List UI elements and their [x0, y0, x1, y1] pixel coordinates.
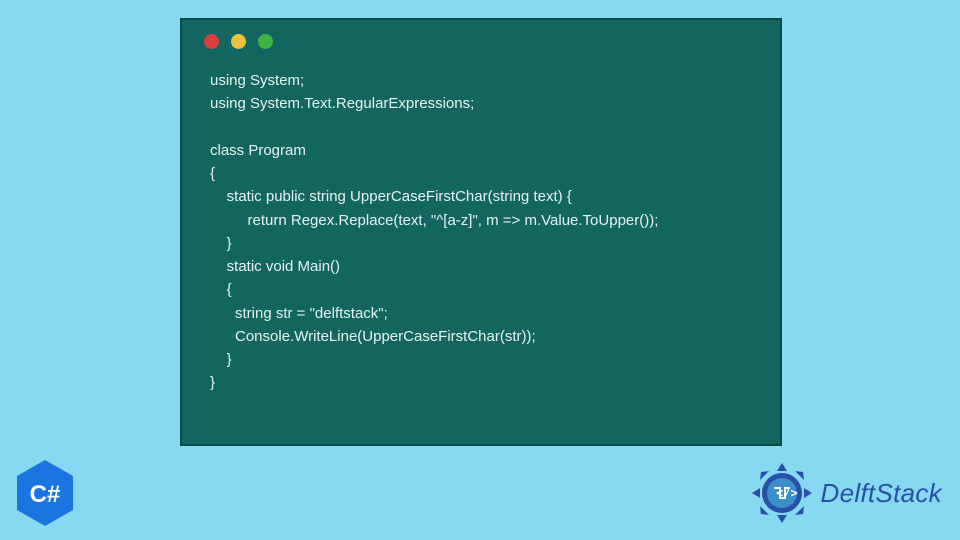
minimize-icon[interactable]	[231, 34, 246, 49]
brand-name: DelftStack	[821, 478, 943, 509]
close-icon[interactable]	[204, 34, 219, 49]
brand-logo: </> DelftStack	[749, 460, 943, 526]
maximize-icon[interactable]	[258, 34, 273, 49]
csharp-badge-label: C#	[30, 481, 61, 508]
csharp-badge: C#	[14, 458, 76, 528]
code-block: using System; using System.Text.RegularE…	[182, 55, 780, 405]
svg-text:</>: </>	[776, 486, 798, 500]
window-titlebar	[182, 20, 780, 55]
code-window: using System; using System.Text.RegularE…	[180, 18, 782, 446]
gear-icon: </>	[749, 460, 815, 526]
